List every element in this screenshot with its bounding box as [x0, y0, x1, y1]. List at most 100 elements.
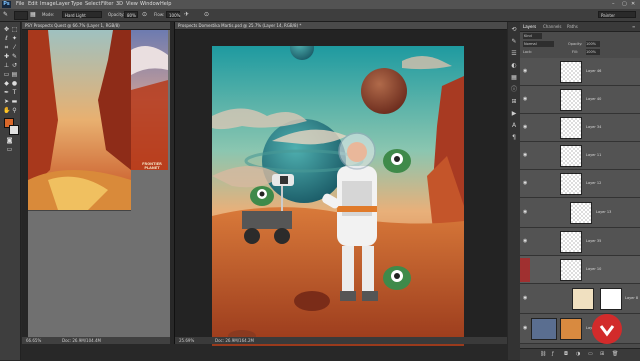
layer-row[interactable]: ◉ Layer 10: [520, 256, 640, 284]
type-tool-icon[interactable]: T: [11, 89, 18, 96]
dodge-tool-icon[interactable]: ●: [11, 80, 18, 87]
tab-layers[interactable]: Layers: [523, 24, 536, 30]
healing-tool-icon[interactable]: ✚: [3, 53, 10, 60]
visibility-eye-icon[interactable]: ◉: [523, 69, 528, 74]
quick-mask-icon[interactable]: ◙: [6, 137, 13, 144]
eyedropper-tool-icon[interactable]: ⁄: [11, 44, 18, 51]
filter-kind-select[interactable]: Kind: [523, 33, 542, 39]
zoom-level-reference[interactable]: 66.65%: [26, 337, 41, 344]
layer-row[interactable]: ◉ Layer 34: [520, 114, 640, 142]
link-layers-icon[interactable]: ⛓: [540, 351, 546, 357]
adjustments-icon[interactable]: ◐: [510, 62, 518, 70]
menu-layer[interactable]: Layer: [56, 1, 70, 8]
panel-menu-icon[interactable]: ≡: [632, 24, 635, 30]
delete-layer-icon[interactable]: 🗑: [612, 351, 618, 357]
layer-thumbnail: [560, 145, 582, 167]
menu-select[interactable]: Select: [85, 1, 100, 8]
brush-size-picker[interactable]: [14, 11, 28, 20]
document-tab-main[interactable]: Prospects Domestika Martis.psd @ 25.7% (…: [175, 22, 507, 30]
photoshop-logo[interactable]: Ps: [2, 1, 11, 8]
brush-presets-icon[interactable]: ✎: [510, 38, 518, 46]
maximize-button[interactable]: ▢: [622, 1, 627, 8]
blur-tool-icon[interactable]: ◆: [3, 80, 10, 87]
adjustment-layer-icon[interactable]: ◑: [576, 351, 580, 357]
visibility-eye-icon[interactable]: ◉: [523, 296, 528, 301]
crop-tool-icon[interactable]: ⌗: [3, 44, 10, 51]
fx-icon[interactable]: ƒ: [552, 351, 554, 357]
paragraph-icon[interactable]: ¶: [510, 134, 518, 142]
layer-row[interactable]: ◉ Layer 8: [520, 284, 640, 314]
menu-help[interactable]: Help: [160, 1, 171, 8]
background-color-swatch[interactable]: [9, 125, 19, 135]
workspace-select[interactable]: Painter: [598, 11, 636, 18]
menu-image[interactable]: Image: [40, 1, 56, 8]
tab-channels[interactable]: Channels: [543, 24, 562, 30]
layer-row[interactable]: ◉ Layer 35: [520, 228, 640, 256]
menu-type[interactable]: Type: [71, 1, 82, 8]
add-mask-icon[interactable]: ◘: [564, 351, 568, 357]
visibility-eye-icon[interactable]: ◉: [523, 97, 528, 102]
brush-panel-icon[interactable]: ▦: [30, 11, 37, 18]
brush-tool-icon[interactable]: ✎: [11, 53, 18, 60]
layer-name: Layer 11: [586, 153, 602, 157]
pressure-size-icon[interactable]: ⊙: [204, 11, 211, 18]
history-panel-icon[interactable]: ⟲: [510, 26, 518, 34]
info-icon[interactable]: ⓘ: [510, 86, 518, 94]
brush-tool-preset-icon[interactable]: ✎: [3, 11, 10, 18]
layer-blend-mode-select[interactable]: Normal: [523, 41, 554, 47]
lasso-tool-icon[interactable]: ℓ: [3, 35, 10, 42]
opacity-input[interactable]: 80%: [124, 11, 138, 18]
layer-opacity-input[interactable]: 100%: [586, 41, 600, 47]
layer-row[interactable]: ◉ Layer 12: [520, 170, 640, 198]
tab-paths[interactable]: Paths: [567, 24, 578, 30]
layer-row[interactable]: ◉ Layer 13: [520, 198, 640, 228]
menu-filter[interactable]: Filter: [101, 1, 113, 8]
shape-tool-icon[interactable]: ▬: [11, 98, 18, 105]
blend-mode-select[interactable]: Hard Light: [62, 11, 102, 18]
zoom-level-main[interactable]: 25.69%: [179, 337, 194, 344]
screen-mode-icon[interactable]: ▭: [6, 146, 13, 153]
layer-row[interactable]: ◉ Layer 11: [520, 142, 640, 170]
marquee-tool-icon[interactable]: ⬚: [11, 26, 18, 33]
menu-edit[interactable]: Edit: [28, 1, 38, 8]
gradient-tool-icon[interactable]: ▤: [11, 71, 18, 78]
layer-mask-thumbnail[interactable]: [600, 288, 622, 310]
history-brush-tool-icon[interactable]: ↺: [11, 62, 18, 69]
new-layer-icon[interactable]: ⊞: [600, 351, 604, 357]
actions-icon[interactable]: ▶: [510, 110, 518, 118]
visibility-eye-icon[interactable]: ◉: [523, 210, 528, 215]
swatches-icon[interactable]: ▦: [510, 74, 518, 82]
pressure-opacity-icon[interactable]: ⊙: [142, 11, 149, 18]
fill-input[interactable]: 100%: [586, 49, 600, 55]
character-icon[interactable]: A: [510, 122, 518, 130]
clone-stamp-tool-icon[interactable]: ⊥: [3, 62, 10, 69]
visibility-eye-icon[interactable]: ◉: [523, 239, 528, 244]
new-group-icon[interactable]: ▭: [588, 351, 593, 357]
layer-row[interactable]: ◉ Layer 46: [520, 58, 640, 86]
pen-tool-icon[interactable]: ✒: [3, 89, 10, 96]
move-tool-icon[interactable]: ✥: [3, 26, 10, 33]
hand-tool-icon[interactable]: ✋: [3, 107, 10, 114]
zoom-tool-icon[interactable]: ⚲: [11, 107, 18, 114]
minimize-button[interactable]: –: [612, 1, 615, 8]
visibility-eye-icon[interactable]: ◉: [523, 125, 528, 130]
eraser-tool-icon[interactable]: ▭: [3, 71, 10, 78]
flow-input[interactable]: 100%: [166, 11, 180, 18]
menu-window[interactable]: Window: [140, 1, 160, 8]
menu-3d[interactable]: 3D: [116, 1, 123, 8]
path-select-tool-icon[interactable]: ➤: [3, 98, 10, 105]
main-canvas[interactable]: [212, 36, 464, 349]
visibility-eye-icon[interactable]: ◉: [523, 181, 528, 186]
layer-row[interactable]: ◉ Layer 1: [520, 314, 640, 344]
airbrush-icon[interactable]: ✈: [184, 11, 191, 18]
navigator-icon[interactable]: ⊞: [510, 98, 518, 106]
visibility-eye-icon[interactable]: ◉: [523, 153, 528, 158]
close-button[interactable]: ✕: [631, 1, 635, 8]
menu-file[interactable]: File: [16, 1, 24, 8]
quick-select-tool-icon[interactable]: ✦: [11, 35, 18, 42]
document-tab-reference[interactable]: PSY Prospects Quest @ 66.7% (Layer 1, RG…: [22, 22, 170, 30]
visibility-eye-icon[interactable]: ◉: [523, 326, 528, 331]
properties-icon[interactable]: ☰: [510, 50, 518, 58]
layer-row[interactable]: ◉ Layer 40: [520, 86, 640, 114]
menu-view[interactable]: View: [126, 1, 138, 8]
